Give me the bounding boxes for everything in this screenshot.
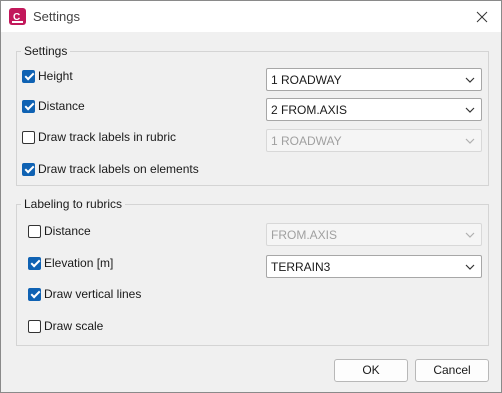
rubric-distance-select-value: FROM.AXIS xyxy=(271,228,338,242)
track-labels-rubric-select: 1 ROADWAY xyxy=(266,129,482,152)
scale-checkbox[interactable] xyxy=(28,319,41,333)
distance-select[interactable]: 2 FROM.AXIS xyxy=(266,98,482,121)
distance-label: Distance xyxy=(38,99,85,113)
elevation-checkbox[interactable] xyxy=(28,256,41,270)
rubric-group-title: Labeling to rubrics xyxy=(21,197,126,211)
vertical-lines-row[interactable]: Draw vertical lines xyxy=(28,286,141,302)
app-icon: C xyxy=(9,8,26,25)
elevation-select-value: TERRAIN3 xyxy=(271,260,331,274)
chevron-down-icon xyxy=(465,107,475,113)
height-label: Height xyxy=(38,69,73,83)
distance-checkbox-row[interactable]: Distance xyxy=(22,98,85,114)
elevation-label: Elevation [m] xyxy=(44,256,114,270)
height-select-value: 1 ROADWAY xyxy=(271,73,342,87)
track-labels-elements-row[interactable]: Draw track labels on elements xyxy=(22,161,199,177)
title-bar: C Settings xyxy=(1,1,501,32)
distance-select-value: 2 FROM.AXIS xyxy=(271,103,348,117)
track-labels-elements-checkbox[interactable] xyxy=(22,162,35,176)
track-labels-rubric-label: Draw track labels in rubric xyxy=(38,130,177,144)
track-labels-rubric-row[interactable]: Draw track labels in rubric xyxy=(22,129,176,145)
cancel-button[interactable]: Cancel xyxy=(415,359,489,382)
scale-row[interactable]: Draw scale xyxy=(28,318,103,334)
vertical-lines-checkbox[interactable] xyxy=(28,287,41,301)
window-title: Settings xyxy=(33,9,80,24)
rubric-distance-checkbox[interactable] xyxy=(28,224,41,238)
rubric-distance-label: Distance xyxy=(44,224,91,238)
track-labels-rubric-checkbox[interactable] xyxy=(22,130,35,144)
rubric-distance-select: FROM.AXIS xyxy=(266,223,482,246)
height-checkbox-row[interactable]: Height xyxy=(22,68,73,84)
elevation-select[interactable]: TERRAIN3 xyxy=(266,255,482,278)
chevron-down-icon xyxy=(465,77,475,83)
scale-label: Draw scale xyxy=(44,319,104,333)
height-checkbox[interactable] xyxy=(22,69,35,83)
chevron-down-icon xyxy=(465,264,475,270)
elevation-row[interactable]: Elevation [m] xyxy=(28,255,113,271)
close-icon xyxy=(476,11,488,23)
chevron-down-icon xyxy=(465,138,475,144)
height-select[interactable]: 1 ROADWAY xyxy=(266,68,482,91)
settings-dialog: C Settings Settings Height 1 ROADWAY Dis… xyxy=(0,0,502,393)
distance-checkbox[interactable] xyxy=(22,99,35,113)
chevron-down-icon xyxy=(465,232,475,238)
ok-button[interactable]: OK xyxy=(334,359,408,382)
close-button[interactable] xyxy=(471,6,493,28)
rubric-distance-row[interactable]: Distance xyxy=(28,223,91,239)
track-labels-rubric-select-value: 1 ROADWAY xyxy=(271,134,342,148)
track-labels-elements-label: Draw track labels on elements xyxy=(38,162,199,176)
settings-group-title: Settings xyxy=(21,44,71,58)
vertical-lines-label: Draw vertical lines xyxy=(44,287,142,301)
